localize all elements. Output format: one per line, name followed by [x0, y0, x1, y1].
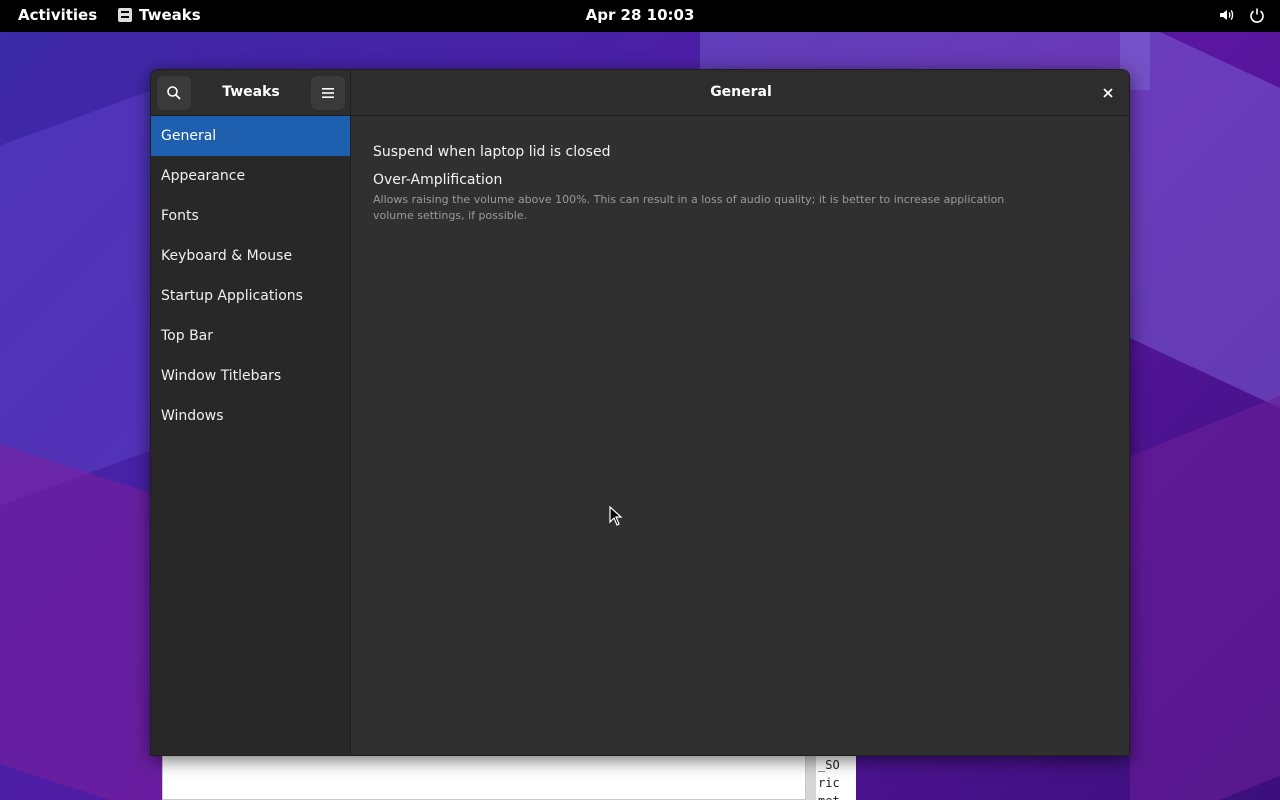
mouse-pointer-icon [609, 506, 623, 526]
main-menu-button[interactable] [311, 76, 345, 110]
search-button[interactable] [157, 76, 191, 110]
wallpaper-shape [1130, 383, 1280, 800]
setting-over-amplification: Over-Amplification Allows raising the vo… [373, 172, 1113, 224]
search-icon [167, 86, 181, 100]
sidebar-header: Tweaks [151, 70, 350, 116]
app-menu-button[interactable]: Tweaks [118, 6, 201, 24]
terminal-line: ric [818, 776, 840, 790]
sidebar-item-general[interactable]: General [151, 116, 350, 156]
activities-button[interactable]: Activities [18, 6, 97, 24]
setting-label: Over-Amplification [373, 172, 503, 188]
app-menu-label: Tweaks [139, 6, 201, 24]
top-bar: Activities Tweaks Apr 28 10:03 [0, 0, 1280, 32]
setting-description: Allows raising the volume above 100%. Th… [373, 193, 1005, 222]
terminal-line: _SO [818, 758, 840, 772]
close-icon [1103, 88, 1113, 98]
volume-icon[interactable] [1218, 5, 1236, 25]
main-panel: General Suspend when laptop lid is close… [351, 70, 1129, 755]
terminal-line: met [818, 792, 856, 800]
sidebar-item-startup-applications[interactable]: Startup Applications [151, 276, 350, 316]
sidebar-title: Tweaks [222, 84, 280, 100]
hamburger-icon [322, 88, 334, 98]
setting-label: Suspend when laptop lid is closed [373, 144, 611, 160]
power-icon[interactable] [1248, 5, 1266, 25]
sidebar-item-top-bar[interactable]: Top Bar [151, 316, 350, 356]
clock-button[interactable]: Apr 28 10:03 [586, 6, 695, 24]
background-terminal[interactable]: _SO ric met [806, 752, 856, 800]
close-button[interactable] [1097, 82, 1119, 104]
sidebar: Tweaks General Appearance Fonts Keyboard… [151, 70, 351, 755]
system-tray[interactable] [1218, 5, 1266, 25]
page-title: General [710, 84, 772, 100]
title-container: General [351, 84, 1129, 100]
sidebar-nav: General Appearance Fonts Keyboard & Mous… [151, 116, 350, 436]
tweaks-app-icon [118, 8, 132, 22]
sidebar-item-window-titlebars[interactable]: Window Titlebars [151, 356, 350, 396]
sidebar-item-appearance[interactable]: Appearance [151, 156, 350, 196]
setting-suspend-lid: Suspend when laptop lid is closed [373, 144, 1113, 160]
sidebar-item-fonts[interactable]: Fonts [151, 196, 350, 236]
main-header: General [351, 70, 1129, 116]
sidebar-item-windows[interactable]: Windows [151, 396, 350, 436]
tweaks-window: Tweaks General Appearance Fonts Keyboard… [150, 69, 1130, 756]
sidebar-item-keyboard-mouse[interactable]: Keyboard & Mouse [151, 236, 350, 276]
background-window[interactable] [162, 752, 806, 800]
